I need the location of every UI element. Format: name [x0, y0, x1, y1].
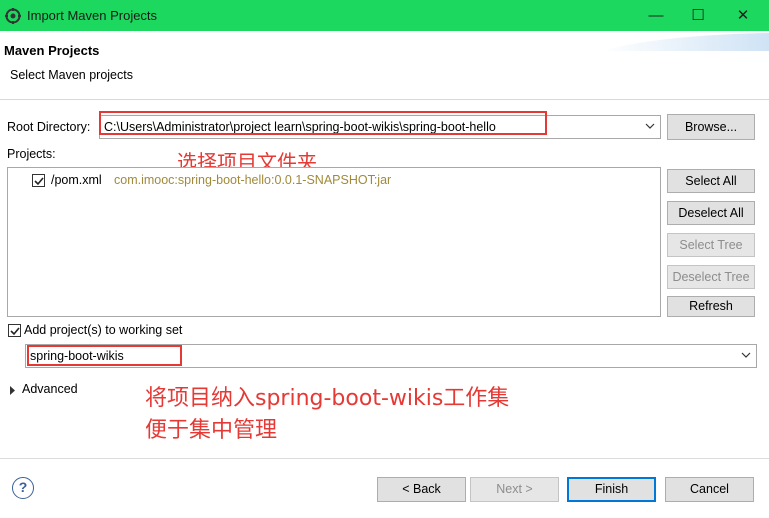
- checkmark-icon: [34, 177, 44, 186]
- project-name[interactable]: /pom.xml: [51, 173, 102, 187]
- maximize-button[interactable]: ☐: [676, 4, 720, 28]
- annotation-working-set-line2: 便于集中管理: [145, 418, 278, 443]
- chevron-down-icon[interactable]: [741, 350, 751, 360]
- next-button[interactable]: Next >: [470, 477, 559, 502]
- project-checkbox[interactable]: [32, 174, 45, 187]
- deselect-tree-button[interactable]: Deselect Tree: [667, 265, 755, 289]
- page-subtitle: Select Maven projects: [10, 68, 133, 82]
- working-set-label[interactable]: Add project(s) to working set: [24, 323, 182, 337]
- eclipse-gear-icon: [5, 8, 21, 24]
- select-tree-button[interactable]: Select Tree: [667, 233, 755, 257]
- footer-divider: [0, 458, 769, 459]
- deselect-all-button[interactable]: Deselect All: [667, 201, 755, 225]
- project-artifact: com.imooc:spring-boot-hello:0.0.1-SNAPSH…: [114, 173, 392, 187]
- close-button[interactable]: ✕: [721, 4, 765, 28]
- chevron-down-icon[interactable]: [645, 121, 655, 131]
- expand-arrow-icon[interactable]: [9, 386, 16, 395]
- window-title: Import Maven Projects: [27, 8, 158, 23]
- help-icon[interactable]: ?: [12, 477, 34, 499]
- refresh-button[interactable]: Refresh: [667, 296, 755, 317]
- wizard-header: Maven Projects Select Maven projects: [0, 31, 769, 100]
- working-set-checkbox[interactable]: [8, 324, 21, 337]
- checkmark-icon: [10, 327, 20, 336]
- back-button[interactable]: < Back: [377, 477, 466, 502]
- annotation-highlight-root: [99, 111, 547, 135]
- finish-button[interactable]: Finish: [567, 477, 656, 502]
- projects-label: Projects:: [7, 147, 56, 161]
- header-banner-graphic: [600, 33, 769, 51]
- minimize-button[interactable]: —: [634, 4, 678, 28]
- page-title: Maven Projects: [4, 43, 100, 58]
- projects-tree[interactable]: /pom.xml com.imooc:spring-boot-hello:0.0…: [7, 167, 661, 317]
- annotation-highlight-working-set: [27, 345, 182, 366]
- cancel-button[interactable]: Cancel: [665, 477, 754, 502]
- advanced-toggle[interactable]: Advanced: [22, 382, 78, 396]
- root-directory-label: Root Directory:: [7, 120, 91, 134]
- browse-button[interactable]: Browse...: [667, 114, 755, 140]
- annotation-working-set-line1: 将项目纳入spring-boot-wikis工作集: [145, 386, 510, 411]
- select-all-button[interactable]: Select All: [667, 169, 755, 193]
- title-bar: Import Maven Projects — ☐ ✕: [0, 0, 769, 31]
